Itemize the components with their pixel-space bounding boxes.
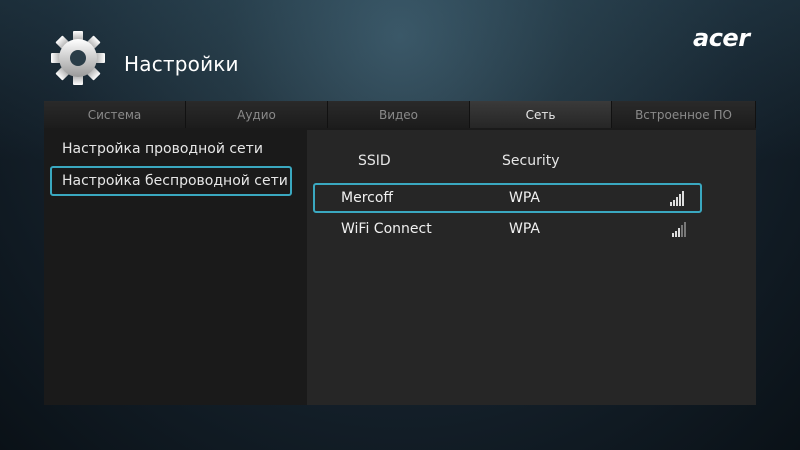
tab-system[interactable]: Система (44, 101, 186, 128)
network-security: WPA (509, 190, 540, 206)
tab-firmware[interactable]: Встроенное ПО (612, 101, 756, 128)
acer-logo: acer (693, 24, 750, 52)
network-row-wifi-connect[interactable]: WiFi Connect WPA (313, 214, 702, 244)
column-header-security: Security (502, 153, 560, 169)
menu-item-wired-setup[interactable]: Настройка проводной сети (50, 134, 292, 164)
tab-audio[interactable]: Аудио (186, 101, 328, 128)
signal-strength-icon (670, 190, 688, 206)
gear-icon (51, 31, 105, 85)
menu-item-wireless-setup[interactable]: Настройка беспроводной сети (50, 166, 292, 196)
network-security: WPA (509, 221, 540, 237)
page-title: Настройки (124, 52, 239, 76)
network-ssid: WiFi Connect (341, 221, 432, 237)
tab-bar: Система Аудио Видео Сеть Встроенное ПО (44, 101, 756, 128)
network-settings-menu: Настройка проводной сети Настройка беспр… (50, 134, 292, 198)
tab-video[interactable]: Видео (328, 101, 470, 128)
column-header-ssid: SSID (358, 153, 391, 169)
network-row-mercoff[interactable]: Mercoff WPA (313, 183, 702, 213)
wireless-network-list (307, 130, 756, 405)
network-ssid: Mercoff (341, 190, 394, 206)
signal-strength-icon (672, 221, 690, 237)
tab-network[interactable]: Сеть (470, 101, 612, 128)
